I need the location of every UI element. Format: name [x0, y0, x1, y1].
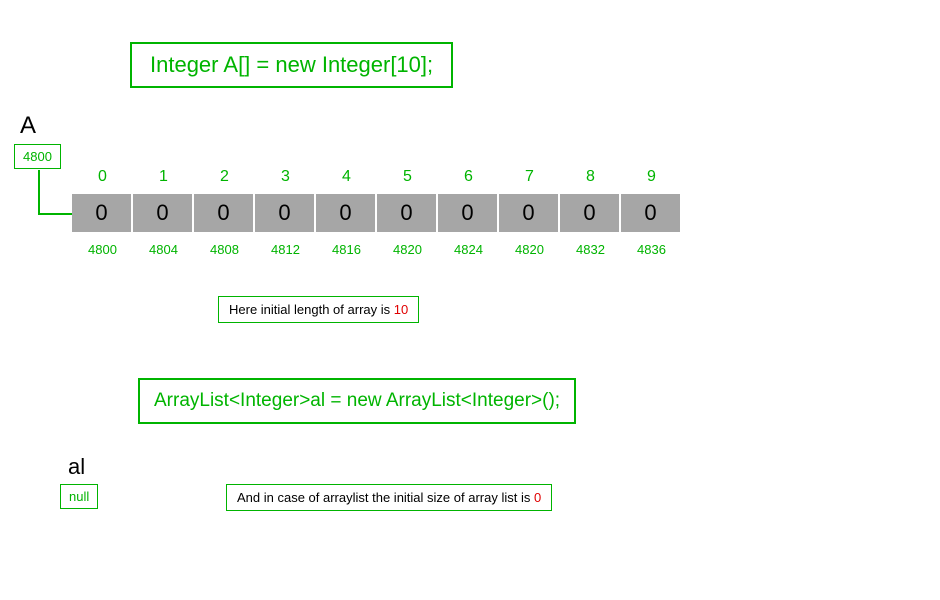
array-cell: 0 [499, 194, 558, 232]
array-address: 4800 [72, 242, 133, 257]
array-address: 4836 [621, 242, 682, 257]
array-note-text: Here initial length of array is [229, 302, 394, 317]
array-declaration-box: Integer A[] = new Integer[10]; [130, 42, 453, 88]
array-cells-row: 0 0 0 0 0 0 0 0 0 0 [72, 194, 680, 232]
array-index: 9 [621, 168, 682, 186]
array-index: 4 [316, 168, 377, 186]
array-declaration-code: Integer A[] = new Integer[10]; [150, 52, 433, 77]
array-address: 4804 [133, 242, 194, 257]
array-cell: 0 [438, 194, 497, 232]
array-index: 6 [438, 168, 499, 186]
array-cell: 0 [377, 194, 436, 232]
array-address: 4820 [377, 242, 438, 257]
arraylist-reference-box: null [60, 484, 98, 509]
array-address: 4816 [316, 242, 377, 257]
array-cell: 0 [316, 194, 375, 232]
array-index: 3 [255, 168, 316, 186]
array-cell: 0 [621, 194, 680, 232]
array-index-row: 0 1 2 3 4 5 6 7 8 9 [72, 168, 682, 186]
array-index: 7 [499, 168, 560, 186]
array-cell: 0 [255, 194, 314, 232]
arraylist-reference-value: null [69, 489, 89, 504]
array-index: 1 [133, 168, 194, 186]
array-length-note: Here initial length of array is 10 [218, 296, 419, 323]
array-cell: 0 [133, 194, 192, 232]
array-cell: 0 [72, 194, 131, 232]
arraylist-note-value: 0 [534, 490, 541, 505]
connector-horizontal [38, 213, 72, 215]
arraylist-size-note: And in case of arraylist the initial siz… [226, 484, 552, 511]
connector-vertical [38, 170, 40, 215]
array-index: 8 [560, 168, 621, 186]
array-address-row: 4800 4804 4808 4812 4816 4820 4824 4820 … [72, 242, 682, 257]
arraylist-note-text: And in case of arraylist the initial siz… [237, 490, 534, 505]
arraylist-variable-label: al [68, 454, 85, 480]
array-cell: 0 [560, 194, 619, 232]
array-note-value: 10 [394, 302, 408, 317]
array-index: 0 [72, 168, 133, 186]
array-cell: 0 [194, 194, 253, 232]
array-address: 4812 [255, 242, 316, 257]
array-variable-label: A [20, 112, 36, 140]
arraylist-declaration-code: ArrayList<Integer>al = new ArrayList<Int… [154, 390, 560, 411]
array-address: 4808 [194, 242, 255, 257]
array-index: 5 [377, 168, 438, 186]
array-address: 4820 [499, 242, 560, 257]
arraylist-declaration-box: ArrayList<Integer>al = new ArrayList<Int… [138, 378, 576, 424]
array-address: 4832 [560, 242, 621, 257]
array-address: 4824 [438, 242, 499, 257]
array-reference-box: 4800 [14, 144, 61, 169]
array-reference-value: 4800 [23, 149, 52, 164]
array-index: 2 [194, 168, 255, 186]
